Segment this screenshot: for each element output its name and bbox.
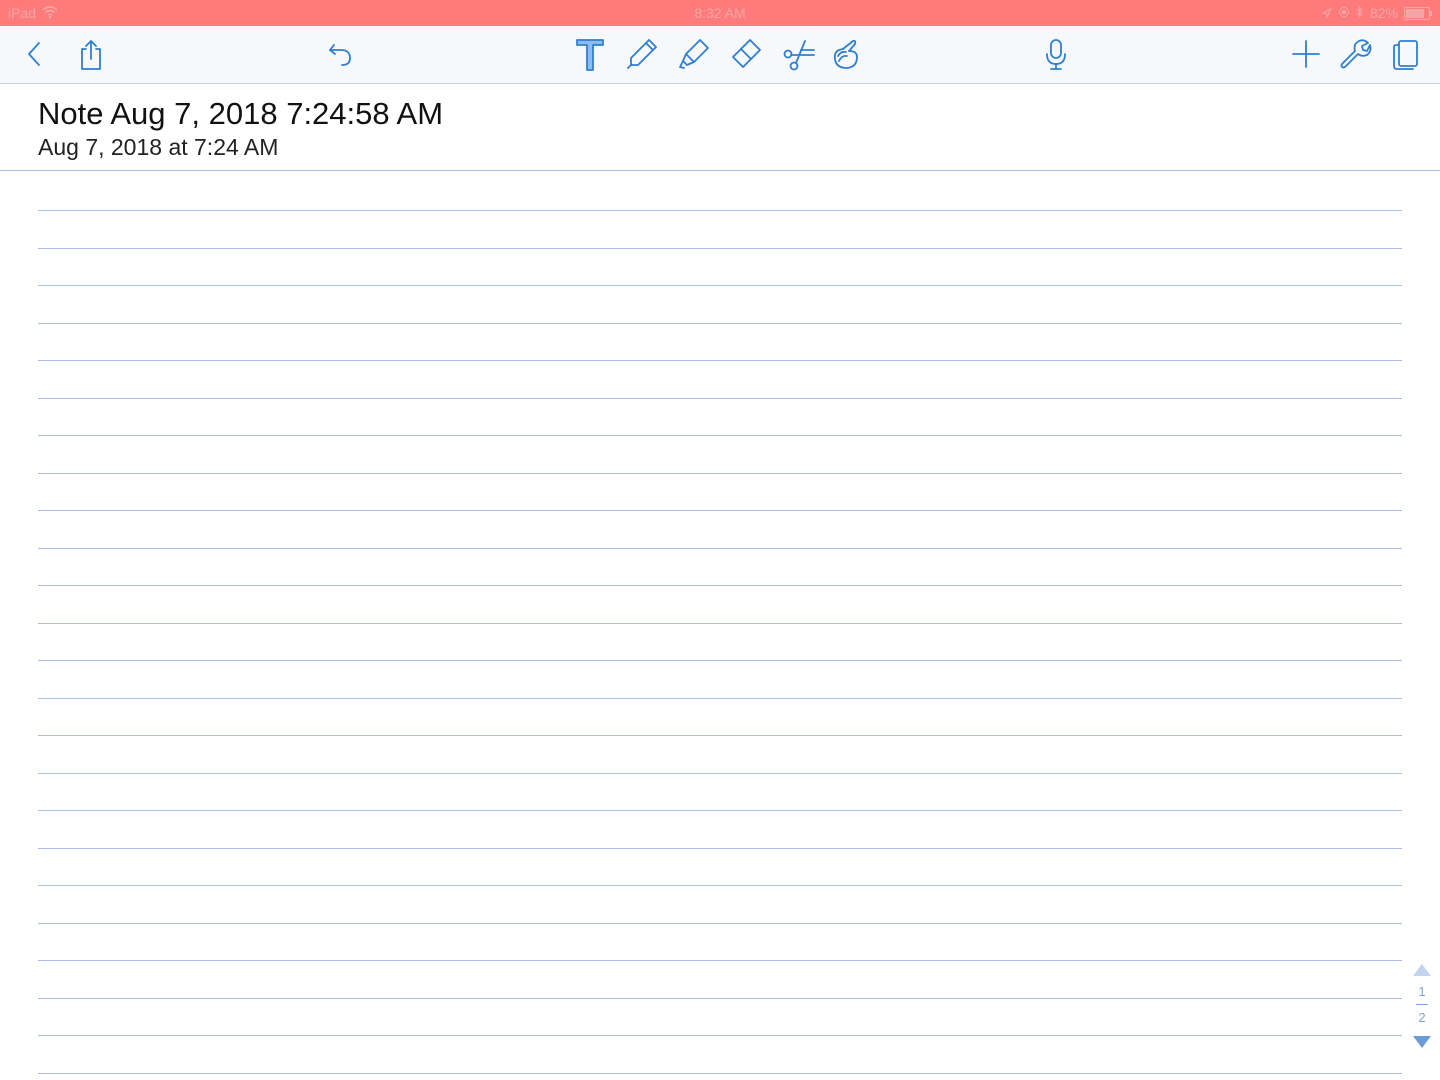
page-up-arrow-icon[interactable] [1413, 964, 1431, 976]
paper-rule-line [38, 285, 1402, 286]
battery-icon [1404, 6, 1432, 20]
pages-icon[interactable] [1386, 34, 1426, 74]
paper-rule-line [38, 473, 1402, 474]
paper-rule-line [38, 435, 1402, 436]
paper-rule-line [38, 660, 1402, 661]
paper-rule-line [38, 585, 1402, 586]
share-icon[interactable] [71, 34, 111, 74]
paper-rule-line [38, 735, 1402, 736]
page-down-arrow-icon[interactable] [1413, 1036, 1431, 1048]
undo-icon[interactable] [320, 34, 360, 74]
paper-rule-line [38, 210, 1402, 211]
total-page-count: 2 [1418, 1010, 1426, 1025]
eraser-tool-icon[interactable] [726, 34, 766, 74]
toolbar [0, 26, 1440, 84]
status-time: 8:32 AM [694, 5, 746, 21]
text-tool-icon[interactable] [570, 34, 610, 74]
paper-rule-line [38, 323, 1402, 324]
pointer-tool-icon[interactable] [826, 34, 866, 74]
scissors-tool-icon[interactable] [778, 34, 818, 74]
location-icon [1321, 5, 1333, 21]
current-page-number: 1 [1418, 984, 1426, 999]
paper-rule-line [38, 1035, 1402, 1036]
note-title[interactable]: Note Aug 7, 2018 7:24:58 AM [38, 96, 443, 132]
bluetooth-icon [1356, 5, 1364, 21]
paper-rule-line [38, 623, 1402, 624]
pen-tool-icon[interactable] [622, 34, 662, 74]
status-bar: iPad 8:32 AM 82% [0, 0, 1440, 26]
highlighter-tool-icon[interactable] [674, 34, 714, 74]
paper-rule-line [38, 960, 1402, 961]
paper-rule-line [38, 510, 1402, 511]
paper-rule-line [38, 848, 1402, 849]
microphone-icon[interactable] [1036, 34, 1076, 74]
status-right: 82% [1321, 5, 1432, 21]
page-navigator: 1 2 [1408, 962, 1436, 1054]
paper-rule-line [38, 998, 1402, 999]
back-icon[interactable] [14, 34, 54, 74]
ruled-paper[interactable] [38, 171, 1402, 1080]
settings-wrench-icon[interactable] [1335, 34, 1375, 74]
note-header: Note Aug 7, 2018 7:24:58 AM Aug 7, 2018 … [0, 84, 1440, 171]
add-icon[interactable] [1286, 34, 1326, 74]
paper-rule-line [38, 548, 1402, 549]
note-date: Aug 7, 2018 at 7:24 AM [38, 134, 279, 160]
paper-rule-line [38, 923, 1402, 924]
paper-rule-line [38, 698, 1402, 699]
paper-rule-line [38, 398, 1402, 399]
page-fraction-divider [1416, 1004, 1428, 1005]
battery-percent: 82% [1369, 5, 1398, 21]
paper-rule-line [38, 360, 1402, 361]
paper-rule-line [38, 810, 1402, 811]
paper-rule-line [38, 773, 1402, 774]
paper-rule-line [38, 1073, 1402, 1074]
paper-rule-line [38, 885, 1402, 886]
lock-rotation-icon [1338, 5, 1350, 21]
paper-rule-line [38, 248, 1402, 249]
